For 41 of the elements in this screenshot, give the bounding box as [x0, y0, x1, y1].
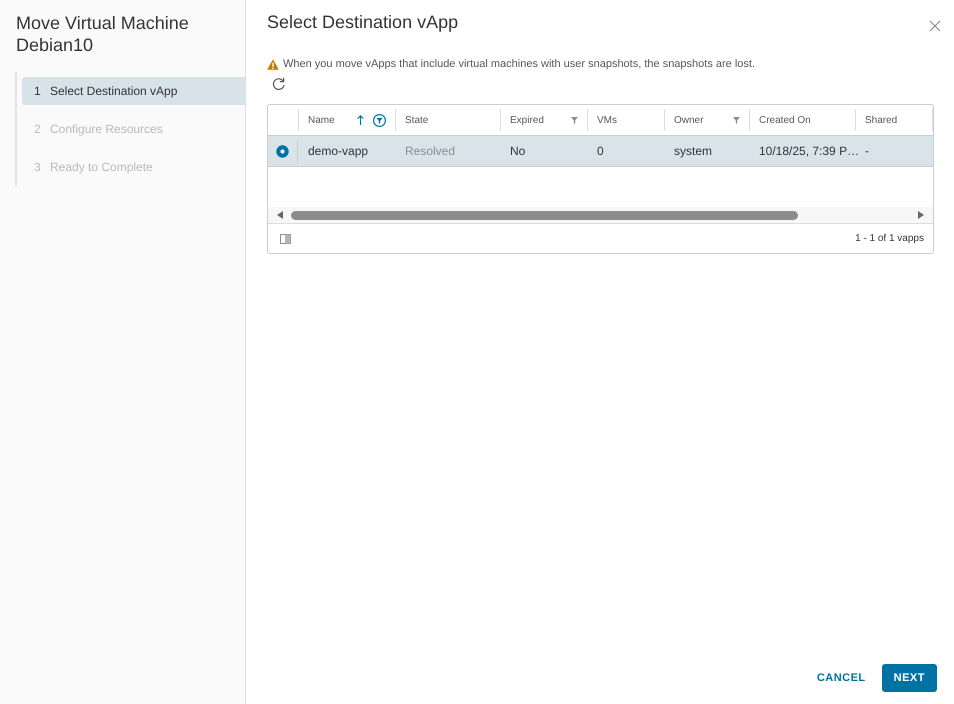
table-cell-text: demo-vapp — [307, 143, 370, 160]
scroll-right-icon[interactable] — [918, 211, 924, 219]
step-label: Configure Resources — [50, 122, 163, 136]
pagination-info: 1 - 1 of 1 vapps — [855, 233, 924, 244]
table-cell-text: 10/18/25, 7:39 P… — [758, 143, 855, 160]
step-label: Ready to Complete — [50, 160, 153, 174]
page-title: Select Destination vApp — [267, 11, 460, 33]
step-label: Select Destination vApp — [50, 84, 178, 98]
column-header[interactable]: Owner — [664, 109, 749, 131]
horizontal-scrollbar[interactable] — [268, 207, 933, 223]
column-header[interactable]: Expired — [500, 109, 587, 131]
filter-icon[interactable] — [373, 114, 386, 126]
cancel-button[interactable]: CANCEL — [804, 664, 878, 692]
radio-button[interactable] — [276, 144, 289, 158]
scroll-left-icon[interactable] — [277, 211, 283, 219]
table-cell-text: 0 — [596, 143, 605, 160]
step-number: 1 — [34, 84, 42, 98]
table-cell-text: - — [864, 143, 870, 160]
column-header[interactable]: Name — [298, 109, 395, 131]
scrollbar-thumb[interactable] — [291, 210, 798, 220]
filter-icon[interactable] — [571, 116, 578, 124]
refresh-icon[interactable] — [272, 77, 285, 90]
sort-up-icon[interactable] — [357, 115, 364, 125]
close-icon[interactable] — [929, 20, 941, 32]
wizard-step[interactable]: 1 Select Destination vApp — [22, 77, 245, 105]
table-cell-text: Resolved — [404, 143, 456, 160]
table-row[interactable]: demo-vapp Resolved No 0 system 10/18/25, 7:39 P… - — [268, 136, 933, 167]
column-header[interactable]: VMs — [587, 109, 664, 131]
column-header[interactable]: Shared — [855, 109, 933, 131]
column-header[interactable]: Created On — [749, 109, 855, 131]
filter-icon[interactable] — [733, 116, 740, 124]
wizard-title: Move Virtual Machine Debian10 — [16, 12, 190, 56]
warning-icon — [267, 58, 279, 70]
next-button[interactable]: NEXT — [882, 664, 937, 692]
warning-message: When you move vApps that include virtual machines with user snapshots, the snapshots are lost. — [283, 58, 756, 70]
column-header[interactable]: State — [395, 109, 500, 131]
table-cell-text: system — [673, 143, 714, 160]
table-cell-text: No — [509, 143, 526, 160]
columns-icon[interactable] — [280, 234, 291, 244]
step-number: 2 — [34, 122, 42, 136]
step-number: 3 — [34, 160, 42, 174]
